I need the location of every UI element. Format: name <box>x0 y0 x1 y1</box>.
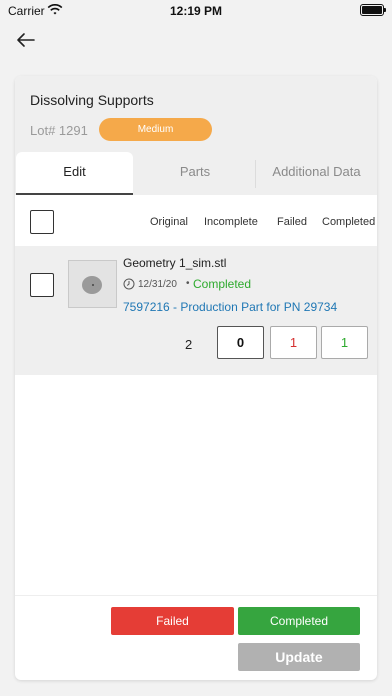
part-total-count: 2 <box>185 337 193 352</box>
separator-dot: • <box>186 278 190 289</box>
failed-count-box[interactable]: 1 <box>270 326 317 359</box>
update-button[interactable]: Update <box>238 643 360 671</box>
battery-icon <box>360 4 386 16</box>
part-checkbox[interactable] <box>30 273 54 297</box>
part-row: Geometry 1_sim.stl 12/31/20 • Completed … <box>15 246 377 375</box>
back-arrow-icon[interactable] <box>14 30 38 50</box>
column-failed: Failed <box>277 216 307 228</box>
part-name: Geometry 1_sim.stl <box>123 256 227 270</box>
part-thumbnail <box>68 260 117 308</box>
mark-completed-button[interactable]: Completed <box>238 607 360 635</box>
tab-parts[interactable]: Parts <box>135 152 255 195</box>
part-date: 12/31/20 <box>138 279 177 290</box>
tab-edit[interactable]: Edit <box>16 152 133 195</box>
production-part-link[interactable]: 7597216 - Production Part for PN 29734 <box>123 300 337 314</box>
column-completed: Completed <box>322 216 376 228</box>
select-all-checkbox[interactable] <box>30 210 54 234</box>
clock-icon <box>123 278 135 290</box>
original-count-box[interactable]: 0 <box>217 326 264 359</box>
job-card: Dissolving Supports Lot# 1291 Medium Edi… <box>15 76 377 680</box>
clock-time: 12:19 PM <box>169 4 223 18</box>
column-original: Original <box>150 216 188 228</box>
tab-additional-data[interactable]: Additional Data <box>256 152 377 195</box>
column-header-row: Original Incomplete Failed Completed <box>15 202 377 242</box>
job-title: Dissolving Supports <box>30 92 154 108</box>
footer-divider <box>15 595 377 596</box>
status-bar: Carrier 12:19 PM <box>0 0 392 22</box>
completed-count-box[interactable]: 1 <box>321 326 368 359</box>
job-header: Dissolving Supports Lot# 1291 Medium <box>15 76 377 152</box>
priority-badge: Medium <box>99 118 212 141</box>
part-status: Completed <box>193 277 252 291</box>
lot-number: Lot# 1291 <box>30 123 88 138</box>
tab-bar: Edit Parts Additional Data <box>15 152 377 195</box>
mark-failed-button[interactable]: Failed <box>111 607 234 635</box>
column-incomplete: Incomplete <box>204 216 258 228</box>
